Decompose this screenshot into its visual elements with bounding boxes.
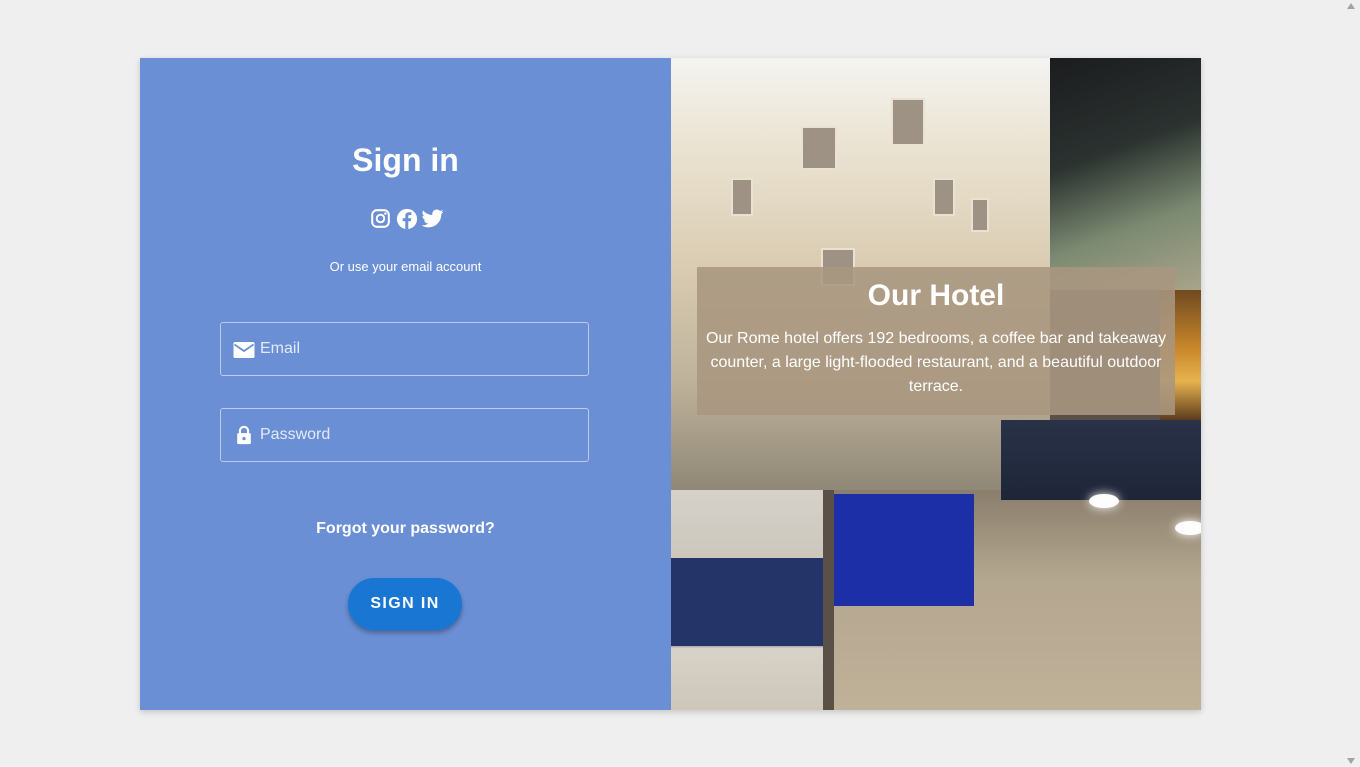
- sign-in-button[interactable]: SIGN IN: [348, 578, 462, 630]
- hotel-stairs-photo: [1050, 58, 1201, 290]
- mail-icon: [233, 342, 255, 358]
- facade-window: [891, 98, 925, 146]
- scroll-down-icon[interactable]: [1347, 758, 1355, 764]
- vertical-scrollbar[interactable]: [1343, 0, 1360, 767]
- hotel-info-overlay: Our Hotel Our Rome hotel offers 192 bedr…: [697, 267, 1175, 415]
- password-field[interactable]: [220, 408, 589, 462]
- facade-window: [801, 126, 837, 170]
- ceiling-light: [1089, 494, 1119, 508]
- password-input[interactable]: [260, 409, 580, 461]
- twitter-icon[interactable]: [421, 207, 444, 230]
- email-field[interactable]: [220, 322, 589, 376]
- facade-window: [933, 178, 955, 216]
- facade-window: [731, 178, 753, 216]
- hotel-sign-panel: [834, 494, 974, 606]
- signin-panel: Sign in Or use your email account Email …: [140, 58, 671, 710]
- facebook-icon[interactable]: [395, 207, 418, 230]
- signin-card: Sign in Or use your email account Email …: [140, 58, 1201, 710]
- hotel-title: Our Hotel: [867, 279, 1005, 312]
- hotel-description: Our Rome hotel offers 192 bedrooms, a co…: [705, 330, 1167, 395]
- scroll-up-icon[interactable]: [1347, 3, 1355, 9]
- ceiling-light: [1175, 521, 1201, 535]
- lock-icon: [237, 425, 251, 445]
- facade-window: [971, 198, 989, 232]
- hotel-sign-strip: [671, 558, 823, 646]
- forgot-password-link[interactable]: Forgot your password?: [140, 520, 671, 538]
- social-links: [369, 207, 444, 230]
- hotel-collage: Our Hotel Our Rome hotel offers 192 bedr…: [671, 58, 1201, 710]
- entrance-canopy: [1001, 420, 1201, 500]
- instagram-icon[interactable]: [369, 207, 392, 230]
- signin-title: Sign in: [352, 142, 459, 178]
- signin-subtitle: Or use your email account: [329, 259, 482, 274]
- email-input[interactable]: [260, 323, 580, 375]
